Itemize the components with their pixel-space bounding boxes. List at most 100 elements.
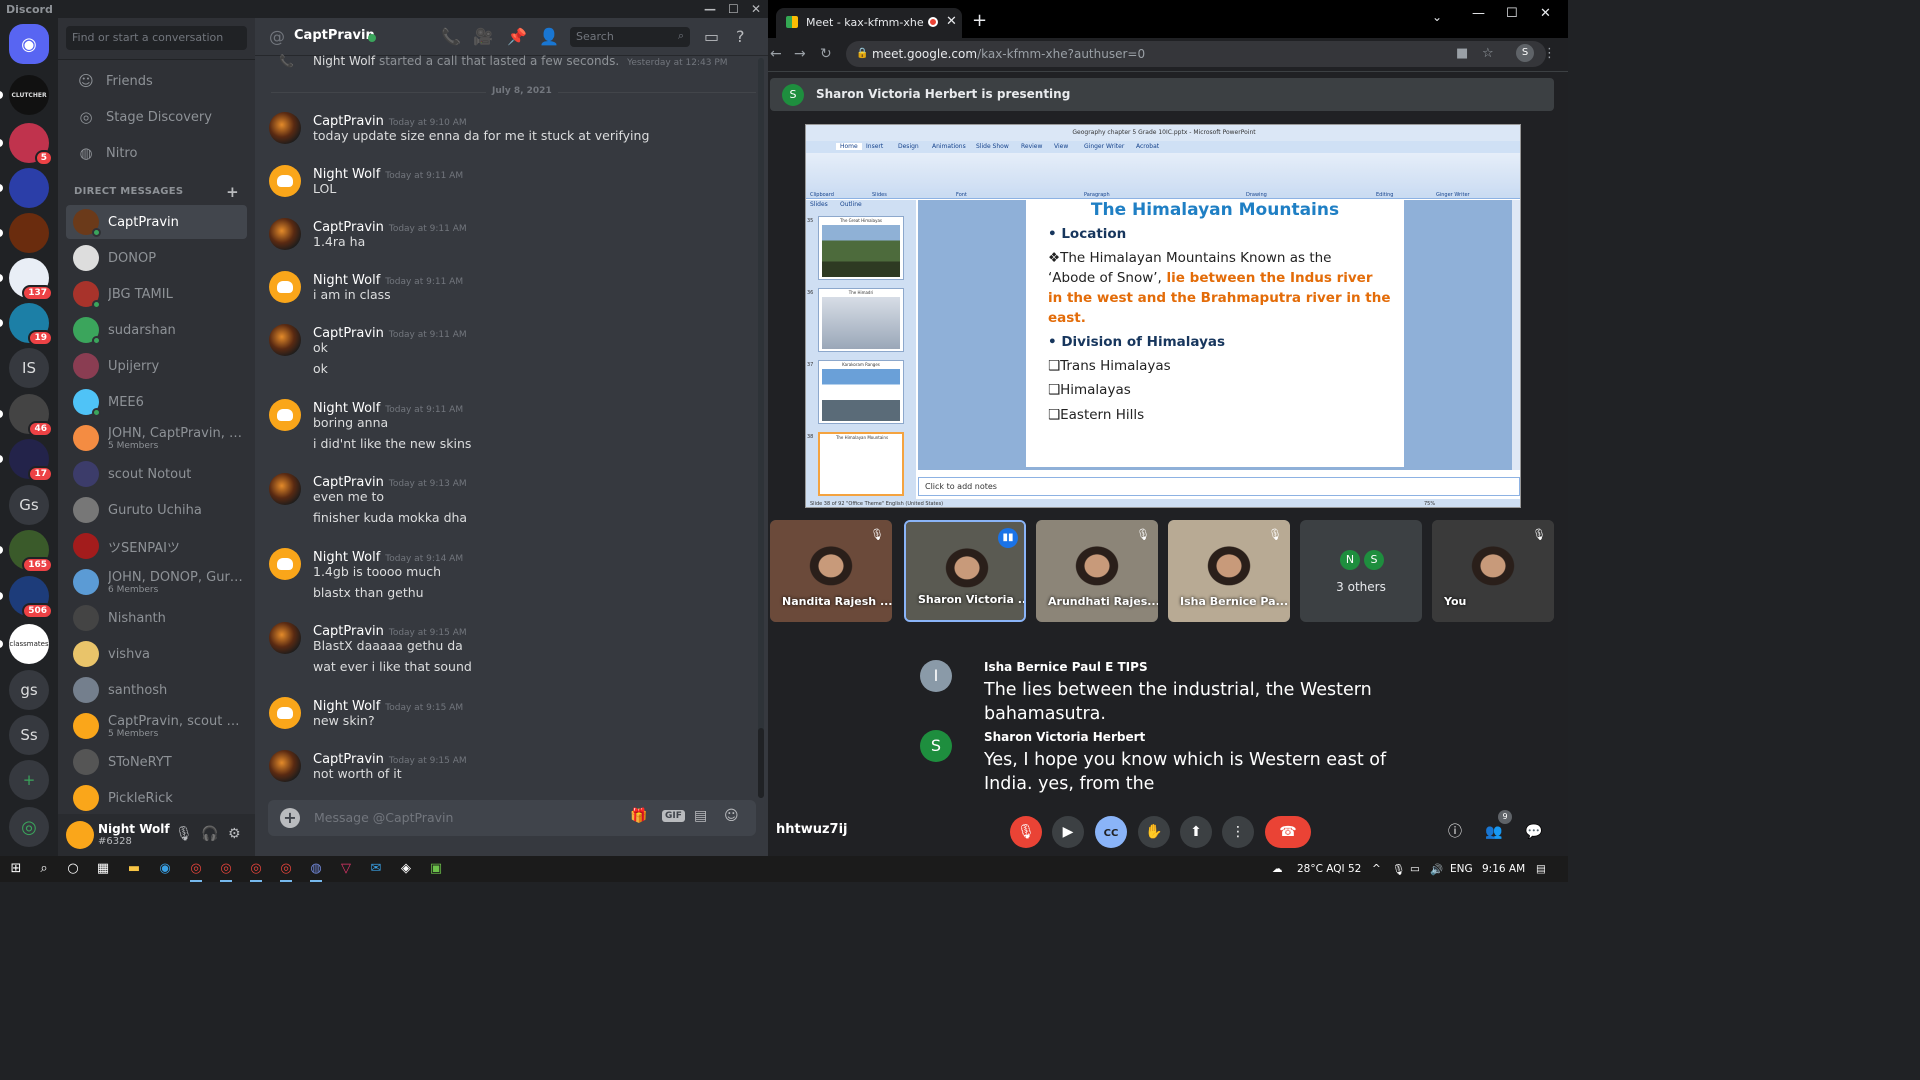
server-icon[interactable]: CLUTCHER bbox=[0, 75, 49, 115]
participant-tile[interactable]: 🎙 You bbox=[1432, 520, 1554, 622]
search-icon[interactable]: ⌕ bbox=[36, 861, 52, 877]
camera-button[interactable]: ▶ bbox=[1052, 816, 1084, 848]
server-icon[interactable]: 17 bbox=[0, 439, 53, 482]
tab-search-icon[interactable]: ⌄ bbox=[1432, 10, 1442, 24]
tab-meet[interactable]: Meet - kax-kfmm-xhe ✕ bbox=[776, 8, 962, 38]
task-view-icon[interactable]: ▦ bbox=[95, 861, 111, 877]
server-icon[interactable]: Gs bbox=[9, 485, 49, 525]
server-icon[interactable]: Ss bbox=[9, 715, 49, 755]
server-icon[interactable]: ◎ bbox=[9, 807, 49, 847]
author-avatar[interactable] bbox=[269, 622, 301, 654]
chrome-icon-3[interactable]: ◎ bbox=[248, 861, 264, 882]
headphones-icon[interactable]: 🎧 bbox=[201, 826, 218, 842]
emoji-icon[interactable]: ☺ bbox=[724, 808, 739, 824]
dm-item[interactable]: SToNeRYT bbox=[66, 745, 247, 779]
dm-item[interactable]: CaptPravin bbox=[66, 205, 247, 239]
cortana-icon[interactable]: ○ bbox=[65, 861, 81, 877]
address-bar[interactable]: 🔒 meet.google.com/kax-kfmm-xhe?authuser=… bbox=[846, 41, 1556, 67]
dm-item[interactable]: JOHN, DONOP, Guru... 6 Members bbox=[66, 565, 247, 599]
user-avatar[interactable] bbox=[66, 821, 94, 849]
notifications-icon[interactable]: ▤ bbox=[1536, 863, 1546, 875]
author-avatar[interactable] bbox=[269, 547, 301, 580]
dm-item[interactable]: santhosh bbox=[66, 673, 247, 707]
chrome-icon-2[interactable]: ◎ bbox=[218, 861, 234, 882]
author-name[interactable]: Night Wolf bbox=[313, 699, 380, 714]
server-icon[interactable]: 137 bbox=[0, 258, 53, 301]
author-avatar[interactable] bbox=[269, 398, 301, 431]
dm-item[interactable]: ツSENPAIツ bbox=[66, 529, 247, 563]
raise-hand-button[interactable]: ✋ bbox=[1138, 816, 1170, 848]
discord-taskbar-icon[interactable]: ◍ bbox=[308, 861, 324, 882]
author-avatar[interactable] bbox=[269, 271, 301, 303]
server-icon[interactable]: gs bbox=[9, 670, 49, 710]
dm-item[interactable]: vishva bbox=[66, 637, 247, 671]
chrome-icon-4[interactable]: ◎ bbox=[278, 861, 294, 882]
chrome-icon[interactable]: ◎ bbox=[188, 861, 204, 882]
maximize-icon[interactable]: ☐ bbox=[1506, 6, 1518, 21]
server-icon[interactable]: + bbox=[9, 760, 49, 800]
author-name[interactable]: CaptPravin bbox=[313, 752, 384, 767]
nav-nitro[interactable]: ◍ Nitro bbox=[66, 136, 247, 170]
dm-item[interactable]: JBG TAMIL bbox=[66, 277, 247, 311]
settings-gear-icon[interactable]: ⚙ bbox=[228, 826, 241, 842]
close-icon[interactable]: ✕ bbox=[751, 2, 761, 16]
author-name[interactable]: Night Wolf bbox=[313, 401, 380, 416]
new-tab-icon[interactable]: + bbox=[972, 10, 987, 31]
camera-in-use-icon[interactable]: ■ bbox=[1456, 46, 1468, 61]
author-name[interactable]: CaptPravin bbox=[313, 114, 384, 129]
tray-chevron-icon[interactable]: ^ bbox=[1372, 863, 1381, 875]
author-name[interactable]: CaptPravin bbox=[313, 220, 384, 235]
chat-scrollbar[interactable] bbox=[758, 58, 764, 798]
author-name[interactable]: Night Wolf bbox=[313, 167, 380, 182]
participant-tile[interactable]: 🎙 Isha Bernice Pa... bbox=[1168, 520, 1290, 622]
video-call-icon[interactable]: 🎥 bbox=[473, 27, 493, 46]
author-avatar[interactable] bbox=[269, 749, 301, 782]
leave-call-button[interactable]: ☎ bbox=[1265, 816, 1311, 848]
dm-item[interactable]: CaptPravin, scout No... 5 Members bbox=[66, 709, 247, 743]
weather-text[interactable]: 28°C AQI 52 bbox=[1297, 863, 1361, 875]
windows-start-icon[interactable]: ⊞ bbox=[8, 861, 24, 877]
help-icon[interactable]: ? bbox=[736, 27, 745, 46]
voice-call-icon[interactable]: 📞 bbox=[441, 27, 461, 46]
clock[interactable]: 9:16 AM bbox=[1482, 863, 1525, 875]
inbox-icon[interactable]: ▭ bbox=[704, 27, 719, 46]
nav-stage-discovery[interactable]: ◎ Stage Discovery bbox=[66, 100, 247, 134]
server-icon[interactable]: 46 bbox=[0, 394, 53, 437]
upload-plus-icon[interactable]: + bbox=[280, 808, 300, 828]
captions-button[interactable]: CC bbox=[1095, 816, 1127, 848]
author-name[interactable]: CaptPravin bbox=[313, 326, 384, 341]
message-input[interactable]: Message @CaptPravin bbox=[314, 810, 453, 825]
close-icon[interactable]: ✕ bbox=[1540, 6, 1551, 21]
dm-item[interactable]: Upijerry bbox=[66, 349, 247, 383]
microphone-icon[interactable]: 🎙 bbox=[175, 826, 193, 842]
sticker-icon[interactable]: ▤ bbox=[694, 808, 707, 824]
add-friend-icon[interactable]: 👤 bbox=[539, 27, 559, 46]
participant-tile[interactable]: ▮▮ Sharon Victoria ... bbox=[904, 520, 1026, 622]
server-icon[interactable]: IS bbox=[9, 348, 49, 388]
find-conversation-input[interactable]: Find or start a conversation bbox=[66, 26, 247, 50]
gif-button[interactable]: GIF bbox=[662, 810, 685, 822]
maximize-icon[interactable]: ☐ bbox=[728, 2, 739, 16]
dm-item[interactable]: DONOP bbox=[66, 241, 247, 275]
menu-dots-icon[interactable]: ⋮ bbox=[1543, 46, 1556, 61]
dm-item[interactable]: sudarshan bbox=[66, 313, 247, 347]
language-indicator[interactable]: ENG bbox=[1450, 863, 1473, 875]
server-icon[interactable]: ◉ bbox=[9, 24, 49, 64]
network-icon[interactable]: ▭ bbox=[1410, 863, 1420, 875]
mail-icon[interactable]: ✉ bbox=[368, 861, 384, 877]
author-avatar[interactable] bbox=[269, 218, 301, 250]
close-tab-icon[interactable]: ✕ bbox=[946, 14, 957, 29]
dm-item[interactable]: JOHN, CaptPravin, D... 5 Members bbox=[66, 421, 247, 455]
dm-item[interactable]: Guruto Uchiha bbox=[66, 493, 247, 527]
app-icon-3[interactable]: ▣ bbox=[428, 861, 444, 877]
reload-icon[interactable]: ↻ bbox=[820, 46, 832, 62]
forward-icon[interactable]: → bbox=[794, 46, 806, 62]
dm-item[interactable]: PickleRick bbox=[66, 781, 247, 815]
system-author[interactable]: Night Wolf bbox=[313, 54, 375, 68]
bookmark-star-icon[interactable]: ☆ bbox=[1482, 46, 1494, 61]
author-avatar[interactable] bbox=[269, 112, 301, 144]
author-name[interactable]: CaptPravin bbox=[313, 624, 384, 639]
author-name[interactable]: Night Wolf bbox=[313, 550, 380, 565]
chat-button[interactable]: 💬 bbox=[1518, 816, 1550, 848]
server-icon[interactable]: 5 bbox=[0, 123, 53, 166]
